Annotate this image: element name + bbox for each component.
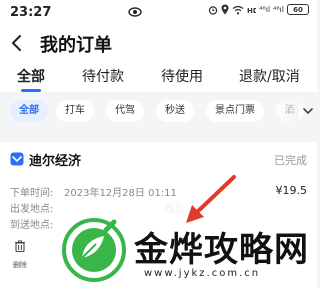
chip-designated-driver[interactable]: 代驾 <box>106 100 144 122</box>
hotel-icon <box>10 152 24 166</box>
signal-icon: ⁴⁶ıl <box>259 5 271 14</box>
chip-attraction-tickets[interactable]: 景点门票 <box>206 100 264 122</box>
chip-instant-delivery[interactable]: 秒送 <box>156 100 194 122</box>
watermark-site-name: 金烨攻略网 <box>134 230 309 270</box>
wifi-icon <box>232 5 244 14</box>
chevron-down-icon[interactable] <box>301 104 315 118</box>
order-time-label: 下单时间: <box>10 188 54 199</box>
signal-icon: ⁴⁶ıl <box>273 5 284 14</box>
departure-label: 出发地点: <box>10 204 54 215</box>
tab-pending-use[interactable]: 待使用 <box>161 66 203 86</box>
order-status: 已完成 <box>274 154 307 167</box>
destination-label: 到送地点: <box>10 220 54 231</box>
status-icons: HD ⁴⁶ıl ⁴⁶ıl 60 <box>208 4 309 15</box>
site-watermark: 金烨攻略网 www.jykz.com.cn <box>62 214 317 288</box>
order-list-screen: 23:27 HD ⁴⁶ıl ⁴⁶ıl 60 我的订单 全部 待付款 待使用 退款… <box>0 0 317 288</box>
back-arrow-icon[interactable] <box>10 34 24 52</box>
delete-label: 删除 <box>13 261 27 269</box>
tab-all[interactable]: 全部 <box>17 66 45 86</box>
trash-icon <box>15 240 25 252</box>
alarm-icon <box>209 5 218 15</box>
delete-button[interactable]: 删除 <box>10 240 30 271</box>
header: 我的订单 <box>0 24 317 62</box>
location-icon <box>221 4 229 15</box>
eye-icon <box>128 7 142 17</box>
active-tab-indicator <box>21 89 41 92</box>
site-logo-icon <box>62 218 126 282</box>
tab-refund-cancel[interactable]: 退款/取消 <box>239 66 300 86</box>
order-amount: ¥19.5 <box>275 184 308 197</box>
tab-pending-payment[interactable]: 待付款 <box>82 66 124 86</box>
battery-icon: 60 <box>287 4 309 15</box>
redaction-blur <box>88 148 188 170</box>
chip-taxi[interactable]: 打车 <box>56 100 94 122</box>
watermark-url: www.jykz.com.cn <box>144 268 261 279</box>
order-status-tabs: 全部 待付款 待使用 退款/取消 <box>0 62 317 92</box>
chip-row-fade <box>271 98 299 124</box>
svg-text:HD: HD <box>247 7 256 15</box>
hd-icon: HD <box>247 7 256 15</box>
page-title: 我的订单 <box>40 35 112 56</box>
status-time: 23:27 <box>10 4 52 20</box>
status-bar: 23:27 HD ⁴⁶ıl ⁴⁶ıl 60 <box>0 0 317 24</box>
category-chips: 全部 打车 代驾 秒送 景点门票 酒 <box>0 96 317 126</box>
chip-all[interactable]: 全部 <box>10 100 48 122</box>
merchant-name: 迪尔经济 <box>29 154 82 169</box>
order-time-value: 2023年12月28日 01:11 <box>64 188 177 199</box>
